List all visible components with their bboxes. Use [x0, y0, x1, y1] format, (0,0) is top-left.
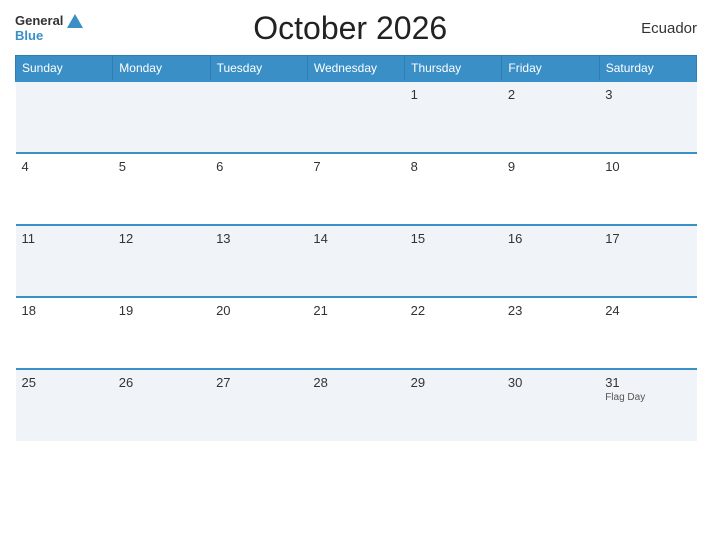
weekday-header-row: Sunday Monday Tuesday Wednesday Thursday…: [16, 56, 697, 82]
day-number: 19: [119, 303, 133, 318]
calendar-day-cell: 26: [113, 369, 210, 441]
day-number: 12: [119, 231, 133, 246]
calendar-day-cell: [307, 81, 404, 153]
day-number: 3: [605, 87, 612, 102]
calendar-day-cell: 17: [599, 225, 696, 297]
calendar-table: Sunday Monday Tuesday Wednesday Thursday…: [15, 55, 697, 441]
day-number: 27: [216, 375, 230, 390]
calendar-day-cell: [210, 81, 307, 153]
calendar-day-cell: 16: [502, 225, 599, 297]
day-number: 4: [22, 159, 29, 174]
calendar-week-row: 25 26 27 28 29 30 31 Flag Day: [16, 369, 697, 441]
calendar-day-cell: 9: [502, 153, 599, 225]
calendar-day-cell: 20: [210, 297, 307, 369]
calendar-day-cell: 24: [599, 297, 696, 369]
calendar-day-cell: 12: [113, 225, 210, 297]
day-number: 20: [216, 303, 230, 318]
calendar-week-row: 1 2 3: [16, 81, 697, 153]
calendar-day-cell: 31 Flag Day: [599, 369, 696, 441]
calendar-day-cell: 2: [502, 81, 599, 153]
calendar-day-cell: 18: [16, 297, 113, 369]
day-number: 21: [313, 303, 327, 318]
logo-blue-text: Blue: [15, 29, 83, 43]
calendar-day-cell: 14: [307, 225, 404, 297]
header-sunday: Sunday: [16, 56, 113, 82]
calendar-week-row: 4 5 6 7 8 9 10: [16, 153, 697, 225]
day-event-label: Flag Day: [605, 392, 690, 403]
day-number: 15: [411, 231, 425, 246]
day-number: 6: [216, 159, 223, 174]
page: General Blue October 2026 Ecuador Sunday…: [0, 0, 712, 550]
day-number: 26: [119, 375, 133, 390]
calendar-day-cell: 29: [405, 369, 502, 441]
calendar-title: October 2026: [83, 10, 617, 47]
day-number: 11: [22, 231, 36, 246]
calendar-day-cell: 13: [210, 225, 307, 297]
calendar-day-cell: 1: [405, 81, 502, 153]
day-number: 29: [411, 375, 425, 390]
day-number: 23: [508, 303, 522, 318]
logo-general-text: General: [15, 14, 63, 28]
day-number: 30: [508, 375, 522, 390]
day-number: 24: [605, 303, 619, 318]
day-number: 31: [605, 375, 619, 390]
calendar-day-cell: 11: [16, 225, 113, 297]
header-tuesday: Tuesday: [210, 56, 307, 82]
calendar-day-cell: 5: [113, 153, 210, 225]
header-wednesday: Wednesday: [307, 56, 404, 82]
day-number: 2: [508, 87, 515, 102]
calendar-day-cell: 30: [502, 369, 599, 441]
day-number: 8: [411, 159, 418, 174]
day-number: 9: [508, 159, 515, 174]
calendar-day-cell: 23: [502, 297, 599, 369]
day-number: 10: [605, 159, 619, 174]
header: General Blue October 2026 Ecuador: [15, 10, 697, 47]
calendar-day-cell: [113, 81, 210, 153]
calendar-day-cell: [16, 81, 113, 153]
header-monday: Monday: [113, 56, 210, 82]
calendar-day-cell: 19: [113, 297, 210, 369]
logo-triangle-icon: [67, 14, 83, 28]
calendar-day-cell: 25: [16, 369, 113, 441]
country-label: Ecuador: [617, 20, 697, 37]
calendar-day-cell: 28: [307, 369, 404, 441]
calendar-day-cell: 27: [210, 369, 307, 441]
header-friday: Friday: [502, 56, 599, 82]
calendar-day-cell: 15: [405, 225, 502, 297]
calendar-day-cell: 4: [16, 153, 113, 225]
calendar-day-cell: 22: [405, 297, 502, 369]
calendar-week-row: 11 12 13 14 15 16 17: [16, 225, 697, 297]
day-number: 16: [508, 231, 522, 246]
day-number: 18: [22, 303, 36, 318]
day-number: 14: [313, 231, 327, 246]
logo: General Blue: [15, 14, 83, 43]
calendar-day-cell: 21: [307, 297, 404, 369]
calendar-day-cell: 3: [599, 81, 696, 153]
day-number: 1: [411, 87, 418, 102]
calendar-day-cell: 7: [307, 153, 404, 225]
day-number: 13: [216, 231, 230, 246]
day-number: 25: [22, 375, 36, 390]
calendar-day-cell: 8: [405, 153, 502, 225]
day-number: 5: [119, 159, 126, 174]
day-number: 7: [313, 159, 320, 174]
day-number: 17: [605, 231, 619, 246]
header-thursday: Thursday: [405, 56, 502, 82]
calendar-day-cell: 6: [210, 153, 307, 225]
calendar-week-row: 18 19 20 21 22 23 24: [16, 297, 697, 369]
day-number: 28: [313, 375, 327, 390]
calendar-day-cell: 10: [599, 153, 696, 225]
header-saturday: Saturday: [599, 56, 696, 82]
day-number: 22: [411, 303, 425, 318]
